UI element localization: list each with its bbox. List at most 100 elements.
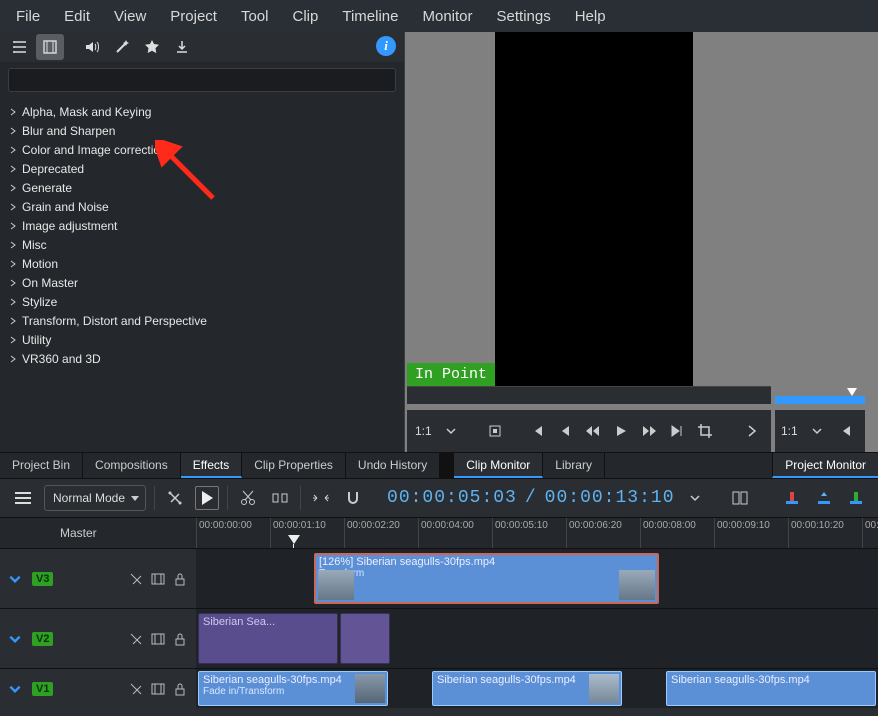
track-body-v1[interactable]: Siberian seagulls-30fps.mp4 Fade in/Tran… bbox=[196, 669, 878, 708]
chevron-down-icon[interactable] bbox=[8, 632, 26, 646]
effects-category[interactable]: Alpha, Mask and Keying bbox=[2, 102, 402, 121]
marker-blue-icon[interactable] bbox=[812, 486, 836, 510]
menu-settings[interactable]: Settings bbox=[487, 4, 561, 29]
effects-category[interactable]: On Master bbox=[2, 273, 402, 292]
menu-clip[interactable]: Clip bbox=[283, 4, 329, 29]
tab-effects[interactable]: Effects bbox=[181, 453, 242, 478]
menu-tool[interactable]: Tool bbox=[231, 4, 279, 29]
menu-view[interactable]: View bbox=[104, 4, 156, 29]
skip-start-icon[interactable] bbox=[834, 420, 856, 442]
chevron-down-icon[interactable] bbox=[440, 420, 462, 442]
clip-v1-a[interactable]: Siberian seagulls-30fps.mp4 Fade in/Tran… bbox=[198, 671, 388, 706]
chevron-down-icon[interactable] bbox=[8, 682, 26, 696]
lock-icon[interactable] bbox=[172, 681, 188, 697]
film-icon[interactable] bbox=[150, 571, 166, 587]
effects-category[interactable]: Transform, Distort and Perspective bbox=[2, 311, 402, 330]
film-icon[interactable] bbox=[150, 681, 166, 697]
timeline: Master 00:00:00:0000:00:01:1000:00:02:20… bbox=[0, 518, 878, 708]
track-v3: V3 [126%] Siberian seagulls-30fps.mp4 Tr… bbox=[0, 548, 878, 608]
fx-icon[interactable] bbox=[128, 631, 144, 647]
menu-help[interactable]: Help bbox=[565, 4, 616, 29]
effects-category[interactable]: Color and Image correction bbox=[2, 140, 402, 159]
next-icon[interactable] bbox=[741, 420, 763, 442]
cut-icon[interactable] bbox=[236, 486, 260, 510]
skip-end-icon[interactable] bbox=[666, 420, 688, 442]
tool-compositing-icon[interactable] bbox=[163, 486, 187, 510]
rewind-icon[interactable] bbox=[582, 420, 604, 442]
fx-icon[interactable] bbox=[128, 681, 144, 697]
prev-keyframe-icon[interactable] bbox=[554, 420, 576, 442]
effects-menu-icon[interactable] bbox=[6, 34, 34, 60]
menu-file[interactable]: File bbox=[6, 4, 50, 29]
skip-start-icon[interactable] bbox=[526, 420, 548, 442]
clip-v1-c[interactable]: Siberian seagulls-30fps.mp4 bbox=[666, 671, 876, 706]
chevron-down-icon[interactable] bbox=[806, 420, 828, 442]
mixer-icon[interactable] bbox=[728, 486, 752, 510]
film-icon[interactable] bbox=[150, 631, 166, 647]
chevron-down-icon[interactable] bbox=[8, 572, 26, 586]
lock-icon[interactable] bbox=[172, 571, 188, 587]
timecode-separator: / bbox=[525, 488, 537, 508]
play-icon[interactable] bbox=[610, 420, 632, 442]
effects-category[interactable]: Deprecated bbox=[2, 159, 402, 178]
effects-category[interactable]: Motion bbox=[2, 254, 402, 273]
menu-edit[interactable]: Edit bbox=[54, 4, 100, 29]
track-body-v2[interactable]: Siberian Sea... bbox=[196, 609, 878, 668]
project-monitor-playhead-icon[interactable] bbox=[847, 388, 857, 396]
tab-project-monitor[interactable]: Project Monitor bbox=[772, 453, 878, 478]
track-header-v1[interactable]: V1 bbox=[0, 669, 196, 708]
tab-undo-history[interactable]: Undo History bbox=[346, 453, 440, 478]
project-monitor-strip: 1:1 bbox=[775, 32, 865, 452]
ruler-tick: 00:00:01:10 bbox=[270, 518, 326, 548]
clip-v3[interactable]: [126%] Siberian seagulls-30fps.mp4 Trans… bbox=[314, 553, 659, 604]
clip-effect-label: Transform bbox=[319, 568, 654, 579]
track-header-v3[interactable]: V3 bbox=[0, 549, 196, 608]
monitor-toolbar: 1:1 bbox=[407, 410, 771, 452]
timeline-play-button[interactable] bbox=[195, 486, 219, 510]
forward-icon[interactable] bbox=[638, 420, 660, 442]
edit-mode-select[interactable]: Normal Mode bbox=[44, 485, 146, 511]
tab-project-bin[interactable]: Project Bin bbox=[0, 453, 83, 478]
sound-icon[interactable] bbox=[78, 34, 106, 60]
effects-category[interactable]: VR360 and 3D bbox=[2, 349, 402, 368]
chevron-down-icon[interactable] bbox=[683, 486, 707, 510]
extract-icon[interactable] bbox=[268, 486, 292, 510]
effects-category[interactable]: Blur and Sharpen bbox=[2, 121, 402, 140]
effects-category[interactable]: Misc bbox=[2, 235, 402, 254]
effects-category[interactable]: Stylize bbox=[2, 292, 402, 311]
wand-icon[interactable] bbox=[108, 34, 136, 60]
tab-clip-monitor[interactable]: Clip Monitor bbox=[454, 453, 543, 478]
effects-search-input[interactable] bbox=[8, 68, 396, 92]
menu-monitor[interactable]: Monitor bbox=[412, 4, 482, 29]
menu-project[interactable]: Project bbox=[160, 4, 227, 29]
clip-v2-b[interactable] bbox=[340, 613, 390, 664]
effects-category[interactable]: Image adjustment bbox=[2, 216, 402, 235]
menu-timeline[interactable]: Timeline bbox=[332, 4, 408, 29]
marker-green-icon[interactable] bbox=[844, 486, 868, 510]
fx-icon[interactable] bbox=[128, 571, 144, 587]
monitor-ruler[interactable] bbox=[407, 386, 771, 404]
lock-icon[interactable] bbox=[172, 631, 188, 647]
clip-v2-a[interactable]: Siberian Sea... bbox=[198, 613, 338, 664]
crop-icon[interactable] bbox=[694, 420, 716, 442]
tab-compositions[interactable]: Compositions bbox=[83, 453, 181, 478]
track-header-v2[interactable]: V2 bbox=[0, 609, 196, 668]
track-body-v3[interactable]: [126%] Siberian seagulls-30fps.mp4 Trans… bbox=[196, 549, 878, 608]
info-icon[interactable]: i bbox=[376, 36, 396, 56]
snap-icon[interactable] bbox=[341, 486, 365, 510]
effects-category[interactable]: Grain and Noise bbox=[2, 197, 402, 216]
download-icon[interactable] bbox=[168, 34, 196, 60]
tab-library[interactable]: Library bbox=[543, 453, 605, 478]
fit-zoom-icon[interactable] bbox=[309, 486, 333, 510]
tab-clip-properties[interactable]: Clip Properties bbox=[242, 453, 346, 478]
star-icon[interactable] bbox=[138, 34, 166, 60]
chevron-right-icon bbox=[8, 222, 18, 230]
effects-category[interactable]: Generate bbox=[2, 178, 402, 197]
zone-in-icon[interactable] bbox=[484, 420, 506, 442]
timeline-ruler[interactable]: 00:00:00:0000:00:01:1000:00:02:2000:00:0… bbox=[196, 518, 878, 548]
effects-category[interactable]: Utility bbox=[2, 330, 402, 349]
marker-red-icon[interactable] bbox=[780, 486, 804, 510]
clip-v1-b[interactable]: Siberian seagulls-30fps.mp4 bbox=[432, 671, 622, 706]
film-icon[interactable] bbox=[36, 34, 64, 60]
timeline-menu-icon[interactable] bbox=[10, 485, 36, 511]
